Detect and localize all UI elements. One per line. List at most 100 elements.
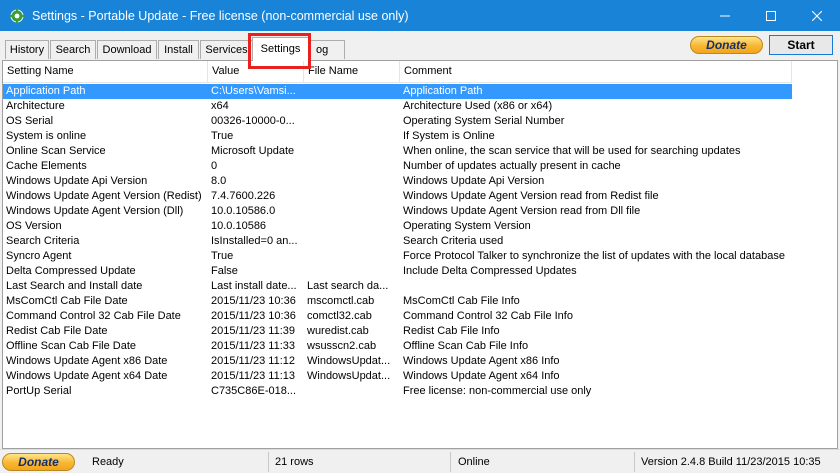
cell-value: IsInstalled=0 an... [211,235,298,247]
cell-setting-name: Last Search and Install date [6,280,143,292]
minimize-button[interactable] [702,0,748,31]
cell-file-name: WindowsUpdat... [307,355,391,367]
tab-history[interactable]: History [5,40,49,59]
table-row[interactable]: System is online True If System is Online [3,129,792,144]
cell-file-name [304,129,400,144]
table-row[interactable]: Online Scan Service Microsoft Update When … [3,144,792,159]
tab-download[interactable]: Download [97,40,157,59]
cell-comment: Redist Cab File Info [403,325,500,337]
cell-setting-name: OS Serial [6,115,54,127]
cell-value: 8.0 [211,175,227,187]
cell-setting-name: System is online [6,130,87,142]
column-header-file-name[interactable]: File Name [304,61,400,83]
table-row[interactable]: PortUp Serial C735C86E-018... Free license… [3,384,792,399]
settings-tab-highlight-box [248,33,311,69]
table-row[interactable]: OS Serial 00326-10000-0... Operating Syste… [3,114,792,129]
column-header-comment[interactable]: Comment [400,61,792,83]
cell-setting-name: Application Path [6,85,86,97]
table-row[interactable]: Windows Update Agent Version (Redist) 7.4… [3,189,792,204]
cell-comment [400,279,792,294]
cell-value: 00326-10000-0... [211,115,295,127]
table-row[interactable]: Syncro Agent True Force Protocol Talker to… [3,249,792,264]
settings-grid: Setting Name Value File Name Comment App… [2,60,838,449]
cell-setting-name: Windows Update Agent x86 Date [6,355,168,367]
cell-value: True [211,130,234,142]
maximize-button[interactable] [748,0,794,31]
grid-rows: Application Path C:\Users\Vamsi... Applica… [3,84,837,399]
status-version: Version 2.4.8 Build 11/23/2015 10:35 [641,456,821,468]
cell-value: False [211,265,238,277]
close-button[interactable] [794,0,840,31]
donate-button[interactable]: Donate [690,36,763,54]
table-row[interactable]: Windows Update Api Version 8.0 Windows Upd… [3,174,792,189]
cell-setting-name: Command Control 32 Cab File Date [6,310,181,322]
cell-value: 7.4.7600.226 [211,190,276,202]
table-row[interactable]: Cache Elements 0 Number of updates actuall… [3,159,792,174]
cell-comment: Architecture Used (x86 or x64) [403,100,553,112]
cell-comment: Force Protocol Talker to synchronize the… [403,250,785,262]
cell-comment: Windows Update Agent x86 Info [403,355,560,367]
cell-setting-name: Cache Elements [6,160,87,172]
cell-value: 2015/11/23 10:36 [211,295,296,307]
cell-file-name: comctl32.cab [307,310,372,322]
table-row[interactable]: Windows Update Agent x64 Date 2015/11/23 … [3,369,792,384]
cell-setting-name: Search Criteria [6,235,80,247]
cell-comment: Windows Update Agent Version read from R… [403,190,659,202]
cell-value: Last install date... [211,280,297,292]
table-row[interactable]: Architecture x64 Architecture Used (x86 or… [3,99,792,114]
tab-services[interactable]: Services [200,40,253,59]
cell-file-name [304,144,400,159]
cell-file-name: wuredist.cab [307,325,369,337]
window-title: Settings - Portable Update - Free licens… [32,8,409,23]
cell-setting-name: Architecture [6,100,65,112]
cell-comment: Free license: non-commercial use only [403,385,592,397]
cell-value: 2015/11/23 11:33 [211,340,296,352]
cell-setting-name: Syncro Agent [6,250,72,262]
window-controls [702,0,840,31]
table-row[interactable]: OS Version 10.0.10586 Operating System Ver… [3,219,792,234]
cell-file-name [304,264,400,279]
cell-value: 10.0.10586 [211,220,267,232]
table-row[interactable]: Offline Scan Cab File Date 2015/11/23 11:… [3,339,792,354]
cell-file-name: Last search da... [307,280,389,292]
status-separator [268,452,269,472]
status-bar: Donate Ready 21 rows Online Version 2.4.… [0,449,840,473]
cell-comment: Windows Update Agent Version read from D… [403,205,641,217]
status-separator [634,452,635,472]
cell-file-name [304,234,400,249]
column-header-setting-name[interactable]: Setting Name [3,61,208,83]
cell-value: 2015/11/23 11:39 [211,325,296,337]
cell-setting-name: Windows Update Agent Version (Redist) [6,190,202,202]
table-row[interactable]: Last Search and Install date Last install… [3,279,792,294]
table-row[interactable]: Redist Cab File Date 2015/11/23 11:39 wure… [3,324,792,339]
table-row[interactable]: Application Path C:\Users\Vamsi... Applica… [3,84,792,99]
cell-value: 2015/11/23 10:36 [211,310,296,322]
cell-setting-name: OS Version [6,220,62,232]
cell-value: C735C86E-018... [211,385,296,397]
cell-file-name [304,114,400,129]
cell-setting-name: Offline Scan Cab File Date [6,340,137,352]
table-row[interactable]: Windows Update Agent Version (Dll) 10.0.1… [3,204,792,219]
tab-install[interactable]: Install [158,40,199,59]
tab-search[interactable]: Search [50,40,96,59]
close-icon [812,10,822,21]
maximize-icon [766,10,776,21]
gear-app-icon[interactable] [9,8,25,24]
tab-log[interactable]: og [308,40,345,59]
cell-file-name [304,384,400,399]
table-row[interactable]: Delta Compressed Update False Include Delt… [3,264,792,279]
status-text: Ready [92,456,124,468]
cell-value: Microsoft Update [211,145,295,157]
table-row[interactable]: Windows Update Agent x86 Date 2015/11/23 … [3,354,792,369]
cell-comment: MsComCtl Cab File Info [403,295,520,307]
table-row[interactable]: Search Criteria IsInstalled=0 an... Search… [3,234,792,249]
cell-value: True [211,250,234,262]
cell-setting-name: MsComCtl Cab File Date [6,295,128,307]
cell-comment: When online, the scan service that will … [403,145,741,157]
cell-setting-name: Redist Cab File Date [6,325,108,337]
start-button[interactable]: Start [769,35,833,55]
table-row[interactable]: Command Control 32 Cab File Date 2015/11/… [3,309,792,324]
cell-comment: Windows Update Api Version [403,175,545,187]
status-donate-button[interactable]: Donate [2,453,75,471]
table-row[interactable]: MsComCtl Cab File Date 2015/11/23 10:36 ms… [3,294,792,309]
